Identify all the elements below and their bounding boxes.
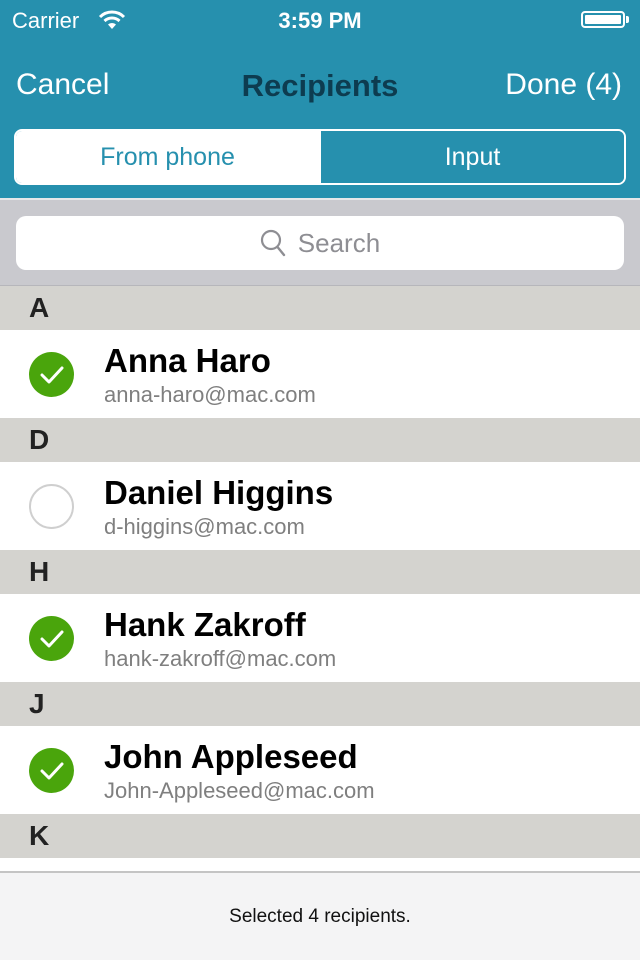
checkmark-selected-icon[interactable] <box>29 616 74 661</box>
contact-email: John-Appleseed@mac.com <box>104 778 375 803</box>
checkmark-selected-icon[interactable] <box>29 748 74 793</box>
section-letter: D <box>29 424 50 455</box>
status-bar: Carrier 3:59 PM <box>0 0 640 40</box>
section-letter: J <box>29 688 45 719</box>
section-letter: A <box>29 292 50 323</box>
contact-name: Daniel Higgins <box>104 474 334 511</box>
segment-from-phone[interactable]: From phone <box>16 131 319 183</box>
clock: 3:59 PM <box>278 8 362 33</box>
contact-email: anna-haro@mac.com <box>104 382 316 407</box>
search-bar: Search <box>0 198 640 286</box>
selection-status-text: Selected 4 recipients. <box>229 905 411 927</box>
contact-row[interactable]: John Appleseed John-Appleseed@mac.com <box>0 726 640 814</box>
contact-email: d-higgins@mac.com <box>104 514 305 539</box>
done-button[interactable]: Done (4) <box>505 68 622 102</box>
section-header-j: J <box>0 682 640 726</box>
contact-row[interactable]: Hank Zakroff hank-zakroff@mac.com <box>0 594 640 682</box>
cancel-button[interactable]: Cancel <box>16 68 109 102</box>
section-header-d: D <box>0 418 640 462</box>
section-header-k: K <box>0 814 640 858</box>
checkmark-selected-icon[interactable] <box>29 352 74 397</box>
section-header-a: A <box>0 286 640 330</box>
section-header-h: H <box>0 550 640 594</box>
search-placeholder: Search <box>297 227 381 258</box>
contact-name: John Appleseed <box>104 738 358 775</box>
contact-name: Anna Haro <box>104 342 271 379</box>
selection-status-footer: Selected 4 recipients. <box>0 871 640 960</box>
search-icon <box>260 229 285 257</box>
segment-input[interactable]: Input <box>319 131 624 183</box>
contact-row[interactable]: Anna Haro anna-haro@mac.com <box>0 330 640 418</box>
contact-name: Hank Zakroff <box>104 606 306 643</box>
checkmark-unselected-icon[interactable] <box>29 484 74 529</box>
contacts-list[interactable]: A Anna Haro anna-haro@mac.com D Daniel H… <box>0 286 640 858</box>
contact-row[interactable]: Daniel Higgins d-higgins@mac.com <box>0 462 640 550</box>
top-bar: Carrier 3:59 PM Cancel Recipients Done (… <box>0 0 640 198</box>
section-letter: K <box>29 820 50 851</box>
source-segmented-control: From phone Input <box>14 129 626 185</box>
navigation-bar: Cancel Recipients Done (4) <box>0 56 640 116</box>
contact-email: hank-zakroff@mac.com <box>104 646 337 671</box>
search-input[interactable]: Search <box>16 216 624 270</box>
battery-tip <box>626 16 629 23</box>
section-letter: H <box>29 556 50 587</box>
battery-icon <box>581 11 625 28</box>
